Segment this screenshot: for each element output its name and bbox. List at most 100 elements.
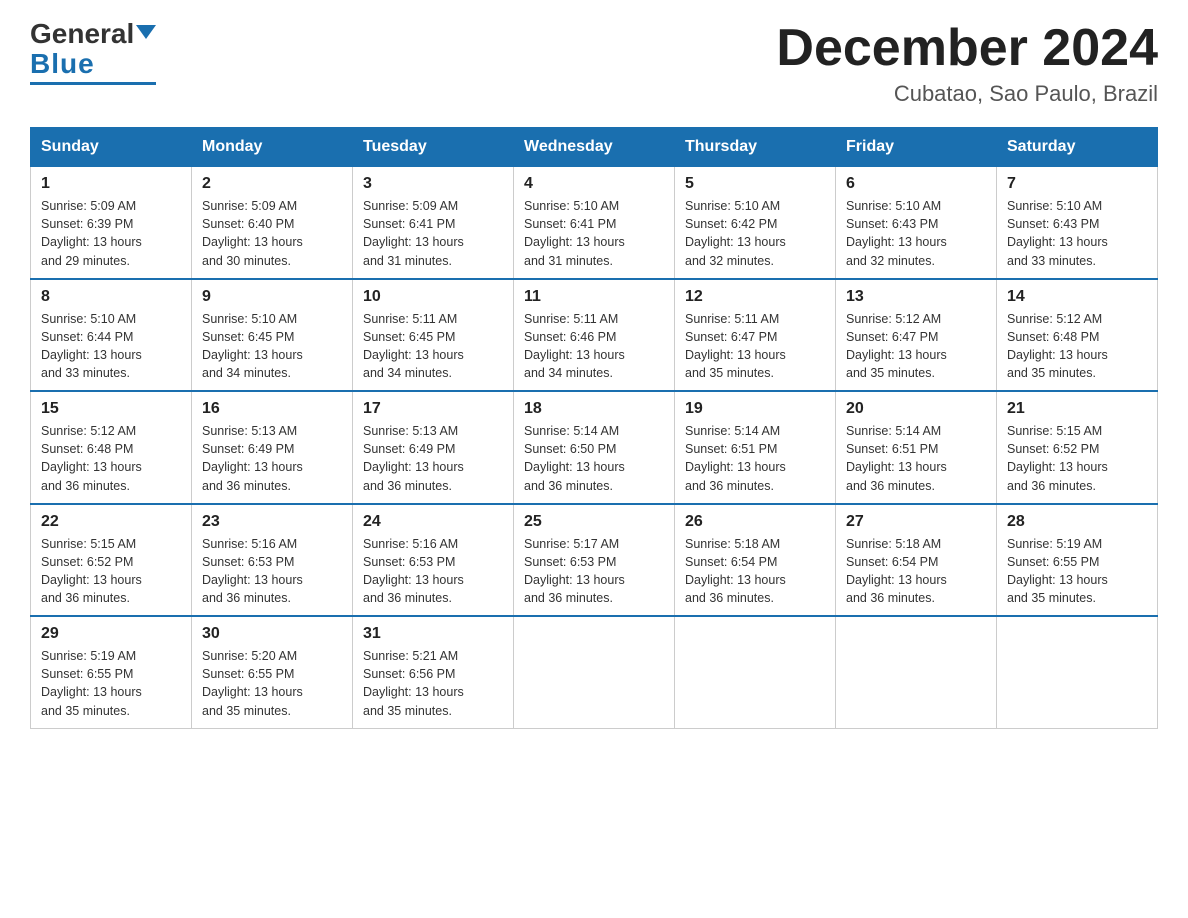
table-row: 2 Sunrise: 5:09 AM Sunset: 6:40 PM Dayli… <box>192 167 353 279</box>
table-row: 3 Sunrise: 5:09 AM Sunset: 6:41 PM Dayli… <box>353 167 514 279</box>
calendar-week-row: 1 Sunrise: 5:09 AM Sunset: 6:39 PM Dayli… <box>31 167 1158 279</box>
day-number: 13 <box>846 288 986 306</box>
table-row: 10 Sunrise: 5:11 AM Sunset: 6:45 PM Dayl… <box>353 279 514 392</box>
col-wednesday: Wednesday <box>514 128 675 167</box>
day-number: 9 <box>202 288 342 306</box>
day-number: 5 <box>685 175 825 193</box>
table-row: 8 Sunrise: 5:10 AM Sunset: 6:44 PM Dayli… <box>31 279 192 392</box>
table-row: 22 Sunrise: 5:15 AM Sunset: 6:52 PM Dayl… <box>31 504 192 617</box>
day-number: 11 <box>524 288 664 306</box>
table-row: 4 Sunrise: 5:10 AM Sunset: 6:41 PM Dayli… <box>514 167 675 279</box>
table-row: 19 Sunrise: 5:14 AM Sunset: 6:51 PM Dayl… <box>675 391 836 504</box>
day-number: 8 <box>41 288 181 306</box>
day-info: Sunrise: 5:10 AM Sunset: 6:45 PM Dayligh… <box>202 310 342 383</box>
col-tuesday: Tuesday <box>353 128 514 167</box>
day-info: Sunrise: 5:15 AM Sunset: 6:52 PM Dayligh… <box>41 535 181 608</box>
table-row: 23 Sunrise: 5:16 AM Sunset: 6:53 PM Dayl… <box>192 504 353 617</box>
day-info: Sunrise: 5:11 AM Sunset: 6:47 PM Dayligh… <box>685 310 825 383</box>
day-info: Sunrise: 5:18 AM Sunset: 6:54 PM Dayligh… <box>685 535 825 608</box>
logo-text: General <box>30 20 156 48</box>
calendar-week-row: 29 Sunrise: 5:19 AM Sunset: 6:55 PM Dayl… <box>31 616 1158 728</box>
table-row: 12 Sunrise: 5:11 AM Sunset: 6:47 PM Dayl… <box>675 279 836 392</box>
day-info: Sunrise: 5:09 AM Sunset: 6:40 PM Dayligh… <box>202 197 342 270</box>
logo-divider <box>30 82 156 85</box>
day-info: Sunrise: 5:19 AM Sunset: 6:55 PM Dayligh… <box>41 647 181 720</box>
logo-general: General <box>30 18 134 49</box>
page-header: General Blue December 2024 Cubatao, Sao … <box>30 20 1158 107</box>
day-info: Sunrise: 5:10 AM Sunset: 6:43 PM Dayligh… <box>1007 197 1147 270</box>
day-info: Sunrise: 5:15 AM Sunset: 6:52 PM Dayligh… <box>1007 422 1147 495</box>
day-info: Sunrise: 5:14 AM Sunset: 6:51 PM Dayligh… <box>685 422 825 495</box>
month-title: December 2024 <box>776 20 1158 77</box>
day-number: 14 <box>1007 288 1147 306</box>
day-number: 18 <box>524 400 664 418</box>
table-row: 17 Sunrise: 5:13 AM Sunset: 6:49 PM Dayl… <box>353 391 514 504</box>
table-row: 26 Sunrise: 5:18 AM Sunset: 6:54 PM Dayl… <box>675 504 836 617</box>
day-number: 1 <box>41 175 181 193</box>
day-info: Sunrise: 5:09 AM Sunset: 6:39 PM Dayligh… <box>41 197 181 270</box>
day-number: 26 <box>685 513 825 531</box>
table-row: 5 Sunrise: 5:10 AM Sunset: 6:42 PM Dayli… <box>675 167 836 279</box>
day-info: Sunrise: 5:10 AM Sunset: 6:42 PM Dayligh… <box>685 197 825 270</box>
day-number: 20 <box>846 400 986 418</box>
table-row: 24 Sunrise: 5:16 AM Sunset: 6:53 PM Dayl… <box>353 504 514 617</box>
table-row <box>675 616 836 728</box>
table-row: 27 Sunrise: 5:18 AM Sunset: 6:54 PM Dayl… <box>836 504 997 617</box>
table-row: 15 Sunrise: 5:12 AM Sunset: 6:48 PM Dayl… <box>31 391 192 504</box>
day-info: Sunrise: 5:18 AM Sunset: 6:54 PM Dayligh… <box>846 535 986 608</box>
day-info: Sunrise: 5:19 AM Sunset: 6:55 PM Dayligh… <box>1007 535 1147 608</box>
table-row: 20 Sunrise: 5:14 AM Sunset: 6:51 PM Dayl… <box>836 391 997 504</box>
table-row: 13 Sunrise: 5:12 AM Sunset: 6:47 PM Dayl… <box>836 279 997 392</box>
table-row: 29 Sunrise: 5:19 AM Sunset: 6:55 PM Dayl… <box>31 616 192 728</box>
table-row: 31 Sunrise: 5:21 AM Sunset: 6:56 PM Dayl… <box>353 616 514 728</box>
table-row: 16 Sunrise: 5:13 AM Sunset: 6:49 PM Dayl… <box>192 391 353 504</box>
table-row: 28 Sunrise: 5:19 AM Sunset: 6:55 PM Dayl… <box>997 504 1158 617</box>
day-number: 27 <box>846 513 986 531</box>
day-info: Sunrise: 5:20 AM Sunset: 6:55 PM Dayligh… <box>202 647 342 720</box>
logo: General Blue <box>30 20 156 85</box>
day-info: Sunrise: 5:16 AM Sunset: 6:53 PM Dayligh… <box>202 535 342 608</box>
calendar-week-row: 22 Sunrise: 5:15 AM Sunset: 6:52 PM Dayl… <box>31 504 1158 617</box>
day-info: Sunrise: 5:14 AM Sunset: 6:51 PM Dayligh… <box>846 422 986 495</box>
day-number: 10 <box>363 288 503 306</box>
table-row: 21 Sunrise: 5:15 AM Sunset: 6:52 PM Dayl… <box>997 391 1158 504</box>
col-friday: Friday <box>836 128 997 167</box>
col-sunday: Sunday <box>31 128 192 167</box>
day-info: Sunrise: 5:12 AM Sunset: 6:48 PM Dayligh… <box>41 422 181 495</box>
calendar-table: Sunday Monday Tuesday Wednesday Thursday… <box>30 127 1158 729</box>
day-info: Sunrise: 5:12 AM Sunset: 6:48 PM Dayligh… <box>1007 310 1147 383</box>
day-number: 7 <box>1007 175 1147 193</box>
day-number: 30 <box>202 625 342 643</box>
day-number: 25 <box>524 513 664 531</box>
logo-triangle-icon <box>136 25 156 39</box>
day-info: Sunrise: 5:10 AM Sunset: 6:44 PM Dayligh… <box>41 310 181 383</box>
location-subtitle: Cubatao, Sao Paulo, Brazil <box>776 81 1158 107</box>
day-info: Sunrise: 5:09 AM Sunset: 6:41 PM Dayligh… <box>363 197 503 270</box>
day-number: 21 <box>1007 400 1147 418</box>
col-monday: Monday <box>192 128 353 167</box>
day-number: 22 <box>41 513 181 531</box>
day-info: Sunrise: 5:12 AM Sunset: 6:47 PM Dayligh… <box>846 310 986 383</box>
table-row: 18 Sunrise: 5:14 AM Sunset: 6:50 PM Dayl… <box>514 391 675 504</box>
day-info: Sunrise: 5:16 AM Sunset: 6:53 PM Dayligh… <box>363 535 503 608</box>
day-info: Sunrise: 5:10 AM Sunset: 6:43 PM Dayligh… <box>846 197 986 270</box>
table-row: 9 Sunrise: 5:10 AM Sunset: 6:45 PM Dayli… <box>192 279 353 392</box>
table-row: 1 Sunrise: 5:09 AM Sunset: 6:39 PM Dayli… <box>31 167 192 279</box>
day-number: 12 <box>685 288 825 306</box>
day-number: 15 <box>41 400 181 418</box>
day-number: 29 <box>41 625 181 643</box>
calendar-header-row: Sunday Monday Tuesday Wednesday Thursday… <box>31 128 1158 167</box>
day-info: Sunrise: 5:11 AM Sunset: 6:45 PM Dayligh… <box>363 310 503 383</box>
day-number: 28 <box>1007 513 1147 531</box>
calendar-week-row: 8 Sunrise: 5:10 AM Sunset: 6:44 PM Dayli… <box>31 279 1158 392</box>
day-info: Sunrise: 5:17 AM Sunset: 6:53 PM Dayligh… <box>524 535 664 608</box>
day-number: 17 <box>363 400 503 418</box>
col-saturday: Saturday <box>997 128 1158 167</box>
table-row: 30 Sunrise: 5:20 AM Sunset: 6:55 PM Dayl… <box>192 616 353 728</box>
day-number: 19 <box>685 400 825 418</box>
day-info: Sunrise: 5:10 AM Sunset: 6:41 PM Dayligh… <box>524 197 664 270</box>
table-row: 7 Sunrise: 5:10 AM Sunset: 6:43 PM Dayli… <box>997 167 1158 279</box>
day-number: 2 <box>202 175 342 193</box>
day-info: Sunrise: 5:21 AM Sunset: 6:56 PM Dayligh… <box>363 647 503 720</box>
day-info: Sunrise: 5:13 AM Sunset: 6:49 PM Dayligh… <box>202 422 342 495</box>
